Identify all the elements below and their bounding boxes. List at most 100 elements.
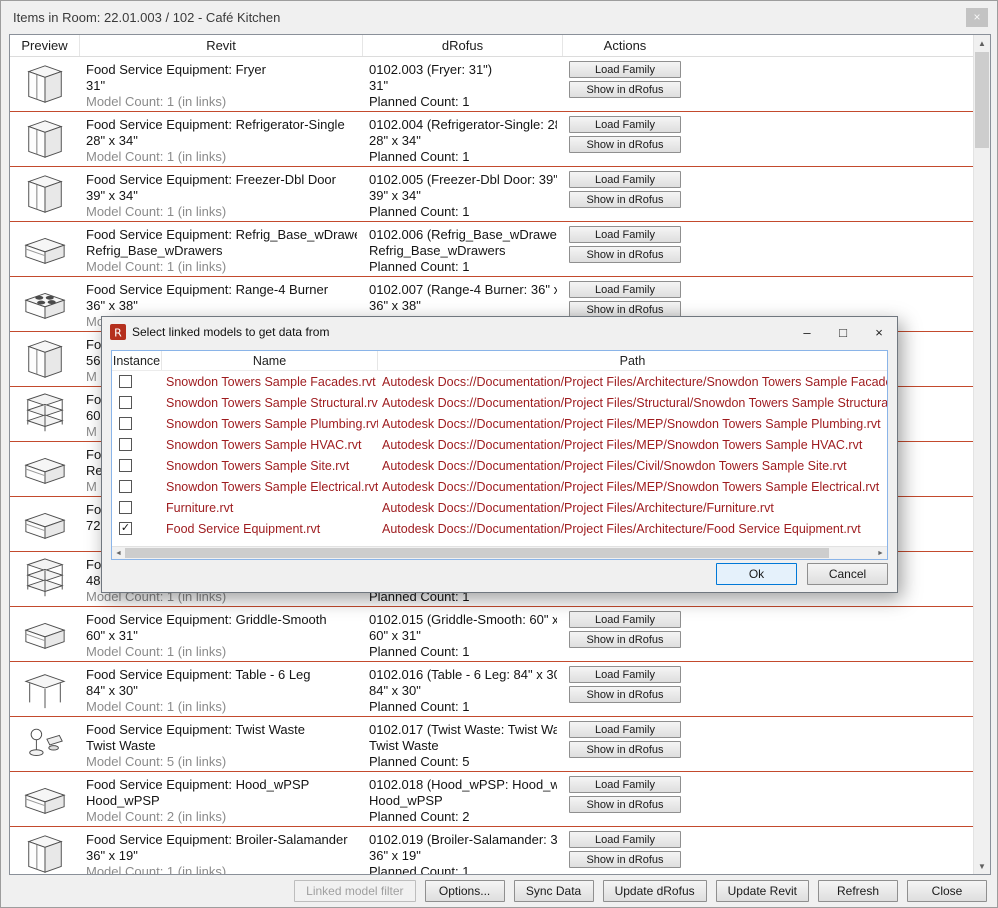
shelving-preview-icon bbox=[17, 392, 73, 436]
linked-model-filter-button[interactable]: Linked model filter bbox=[294, 880, 415, 902]
sync-data-button[interactable]: Sync Data bbox=[514, 880, 594, 902]
preview-cell bbox=[10, 332, 80, 386]
linked-model-row[interactable]: ✓Snowdon Towers Sample Facades.rvtAutode… bbox=[112, 371, 887, 392]
revit-line: Food Service Equipment: Freezer-Dbl Door bbox=[86, 172, 357, 188]
linked-model-row[interactable]: ✓Snowdon Towers Sample Electrical.rvtAut… bbox=[112, 476, 887, 497]
instance-cell: ✓ bbox=[112, 480, 162, 493]
show-in-drofus-button[interactable]: Show in dRofus bbox=[569, 686, 681, 703]
show-in-drofus-button[interactable]: Show in dRofus bbox=[569, 191, 681, 208]
horizontal-scrollbar[interactable]: ◄ ► bbox=[112, 546, 887, 559]
model-checkbox[interactable]: ✓ bbox=[119, 501, 132, 514]
drofus-cell: 0102.019 (Broiler-Salamander: 36" x36" x… bbox=[363, 827, 563, 875]
checkmark-icon: ✓ bbox=[121, 523, 130, 534]
model-checkbox[interactable]: ✓ bbox=[119, 459, 132, 472]
refresh-button[interactable]: Refresh bbox=[818, 880, 898, 902]
shelving-preview-icon bbox=[17, 557, 73, 601]
load-family-button[interactable]: Load Family bbox=[569, 171, 681, 188]
show-in-drofus-button[interactable]: Show in dRofus bbox=[569, 246, 681, 263]
table-row: Food Service Equipment: Griddle-Smooth60… bbox=[10, 607, 973, 662]
drofus-line: 0102.017 (Twist Waste: Twist Waste) bbox=[369, 722, 557, 738]
scroll-right-icon[interactable]: ► bbox=[874, 547, 887, 559]
low-cabinet-preview-icon bbox=[17, 777, 73, 821]
load-family-button[interactable]: Load Family bbox=[569, 61, 681, 78]
fixture-preview-icon bbox=[17, 722, 73, 766]
load-family-button[interactable]: Load Family bbox=[569, 116, 681, 133]
linked-model-row[interactable]: ✓Snowdon Towers Sample Plumbing.rvtAutod… bbox=[112, 413, 887, 434]
load-family-button[interactable]: Load Family bbox=[569, 281, 681, 298]
revit-line: 36" x 38" bbox=[86, 298, 357, 314]
load-family-button[interactable]: Load Family bbox=[569, 666, 681, 683]
dialog-column-header-path: Path bbox=[378, 351, 887, 370]
cancel-button[interactable]: Cancel bbox=[807, 563, 888, 585]
show-in-drofus-button[interactable]: Show in dRofus bbox=[569, 796, 681, 813]
revit-line: Food Service Equipment: Hood_wPSP bbox=[86, 777, 357, 793]
dialog-title: Select linked models to get data from bbox=[132, 325, 329, 339]
linked-model-row[interactable]: ✓Food Service Equipment.rvtAutodesk Docs… bbox=[112, 518, 887, 539]
column-header-preview: Preview bbox=[10, 35, 80, 56]
linked-model-row[interactable]: ✓Snowdon Towers Sample HVAC.rvtAutodesk … bbox=[112, 434, 887, 455]
vertical-scrollbar-thumb[interactable] bbox=[975, 52, 989, 148]
update-revit-button[interactable]: Update Revit bbox=[716, 880, 809, 902]
dialog-titlebar: R Select linked models to get data from … bbox=[102, 317, 897, 347]
actions-cell: Load Family Show in dRofus bbox=[563, 112, 687, 166]
actions-cell: Load Family Show in dRofus bbox=[563, 662, 687, 716]
revit-line: Model Count: 1 (in links) bbox=[86, 94, 357, 110]
window-close-icon[interactable]: × bbox=[966, 8, 988, 27]
revit-cell: Food Service Equipment: Griddle-Smooth60… bbox=[80, 607, 363, 661]
vertical-scrollbar[interactable]: ▲ ▼ bbox=[973, 35, 990, 874]
model-checkbox[interactable]: ✓ bbox=[119, 417, 132, 430]
preview-cell bbox=[10, 552, 80, 606]
options-button[interactable]: Options... bbox=[425, 880, 505, 902]
model-name: Snowdon Towers Sample Plumbing.rvt bbox=[162, 417, 378, 431]
show-in-drofus-button[interactable]: Show in dRofus bbox=[569, 136, 681, 153]
drofus-line: 0102.005 (Freezer-Dbl Door: 39" x 3 bbox=[369, 172, 557, 188]
drofus-line: 0102.004 (Refrigerator-Single: 28" x bbox=[369, 117, 557, 133]
dialog-close-icon[interactable]: × bbox=[861, 317, 897, 347]
model-checkbox[interactable]: ✓ bbox=[119, 480, 132, 493]
model-checkbox[interactable]: ✓ bbox=[119, 438, 132, 451]
ok-button[interactable]: Ok bbox=[716, 563, 797, 585]
dialog-buttons: Ok Cancel bbox=[716, 563, 888, 585]
scroll-up-icon[interactable]: ▲ bbox=[974, 35, 990, 51]
linked-model-row[interactable]: ✓Furniture.rvtAutodesk Docs://Documentat… bbox=[112, 497, 887, 518]
instance-cell: ✓ bbox=[112, 375, 162, 388]
load-family-button[interactable]: Load Family bbox=[569, 831, 681, 848]
model-name: Food Service Equipment.rvt bbox=[162, 522, 378, 536]
low-cabinet-preview-icon bbox=[17, 447, 73, 491]
titlebar: Items in Room: 22.01.003 / 102 - Café Ki… bbox=[1, 1, 997, 33]
show-in-drofus-button[interactable]: Show in dRofus bbox=[569, 631, 681, 648]
revit-cell: Food Service Equipment: Refrigerator-Sin… bbox=[80, 112, 363, 166]
model-checkbox[interactable]: ✓ bbox=[119, 396, 132, 409]
load-family-button[interactable]: Load Family bbox=[569, 776, 681, 793]
minimize-icon[interactable]: – bbox=[789, 317, 825, 347]
model-checkbox[interactable]: ✓ bbox=[119, 375, 132, 388]
linked-model-row[interactable]: ✓Snowdon Towers Sample Structural.rvtAut… bbox=[112, 392, 887, 413]
show-in-drofus-button[interactable]: Show in dRofus bbox=[569, 81, 681, 98]
load-family-button[interactable]: Load Family bbox=[569, 611, 681, 628]
scroll-left-icon[interactable]: ◄ bbox=[112, 547, 125, 559]
scroll-down-icon[interactable]: ▼ bbox=[974, 858, 990, 874]
linked-model-row[interactable]: ✓Snowdon Towers Sample Site.rvtAutodesk … bbox=[112, 455, 887, 476]
close-button[interactable]: Close bbox=[907, 880, 987, 902]
drofus-line: Refrig_Base_wDrawers bbox=[369, 243, 557, 259]
preview-cell bbox=[10, 167, 80, 221]
preview-cell bbox=[10, 827, 80, 875]
model-checkbox[interactable]: ✓ bbox=[119, 522, 132, 535]
drofus-line: Planned Count: 1 bbox=[369, 864, 557, 875]
table-row: Food Service Equipment: Refrig_Base_wDra… bbox=[10, 222, 973, 277]
revit-line: 84" x 30" bbox=[86, 683, 357, 699]
maximize-icon[interactable]: □ bbox=[825, 317, 861, 347]
tall-cabinet-preview-icon bbox=[17, 832, 73, 875]
row-filler bbox=[687, 112, 973, 166]
drofus-cell: 0102.004 (Refrigerator-Single: 28" x28" … bbox=[363, 112, 563, 166]
revit-line: Model Count: 5 (in links) bbox=[86, 754, 357, 770]
load-family-button[interactable]: Load Family bbox=[569, 226, 681, 243]
update-drofus-button[interactable]: Update dRofus bbox=[603, 880, 707, 902]
show-in-drofus-button[interactable]: Show in dRofus bbox=[569, 851, 681, 868]
show-in-drofus-button[interactable]: Show in dRofus bbox=[569, 741, 681, 758]
horizontal-scrollbar-thumb[interactable] bbox=[125, 548, 829, 558]
table-row: Food Service Equipment: Refrigerator-Sin… bbox=[10, 112, 973, 167]
load-family-button[interactable]: Load Family bbox=[569, 721, 681, 738]
drofus-cell: 0102.015 (Griddle-Smooth: 60" x 3160" x … bbox=[363, 607, 563, 661]
revit-line: Model Count: 1 (in links) bbox=[86, 259, 357, 275]
